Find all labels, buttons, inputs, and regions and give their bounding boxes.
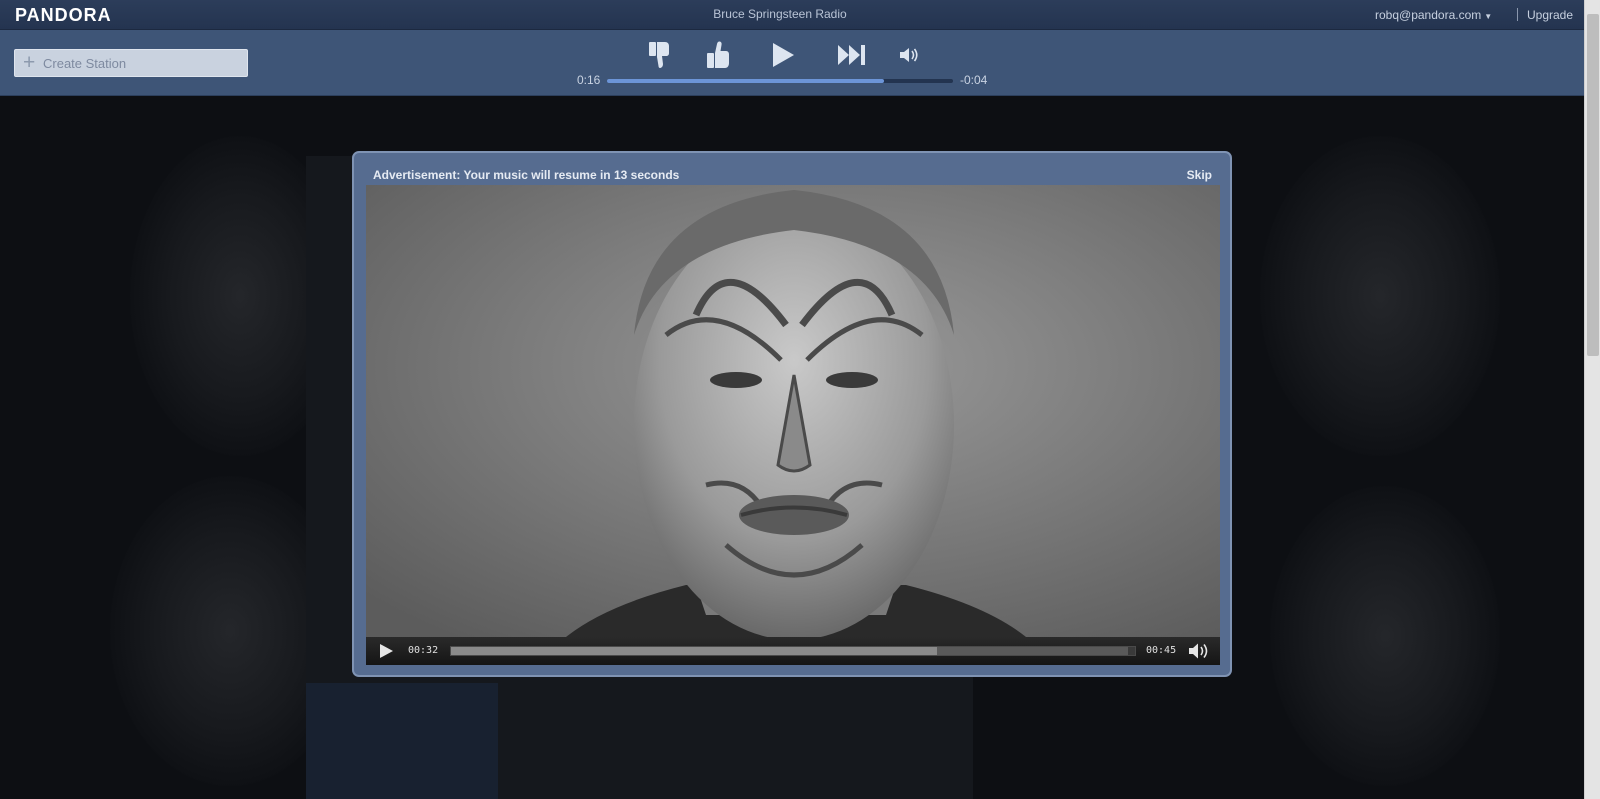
play-icon	[380, 644, 393, 658]
skip-button[interactable]	[836, 40, 868, 70]
user-email: robq@pandora.com	[1375, 8, 1482, 22]
top-bar: PANDORA Bruce Springsteen Radio robq@pan…	[0, 0, 1584, 30]
ad-modal: Advertisement: Your music will resume in…	[352, 151, 1232, 677]
ad-message: Advertisement: Your music will resume in…	[373, 168, 680, 182]
ad-video-frame[interactable]	[366, 185, 1220, 640]
background-artist-image	[1270, 486, 1500, 786]
video-volume-button[interactable]	[1188, 642, 1210, 665]
video-played-fill	[451, 647, 937, 655]
station-title: Bruce Springsteen Radio	[713, 7, 847, 21]
page-scrollbar[interactable]	[1584, 0, 1600, 799]
video-controls-bar: 00:32 00:45	[366, 637, 1220, 665]
scrollbar-thumb[interactable]	[1587, 14, 1599, 356]
upgrade-link[interactable]: Upgrade	[1527, 8, 1573, 22]
caret-down-icon: ▼	[1484, 12, 1493, 21]
play-icon	[773, 43, 794, 67]
thumbs-up-icon	[707, 41, 729, 68]
volume-icon	[1189, 643, 1208, 659]
create-station-input[interactable]	[43, 53, 243, 73]
ad-video-image	[366, 185, 1220, 640]
video-duration: 00:45	[1146, 645, 1177, 656]
elapsed-time: 0:16	[577, 73, 601, 87]
video-play-button[interactable]	[378, 642, 394, 665]
volume-icon	[900, 48, 918, 62]
thumbs-up-button[interactable]	[703, 40, 733, 70]
track-progress-fill	[607, 79, 884, 83]
thumbs-down-button[interactable]	[645, 40, 673, 70]
user-menu[interactable]: robq@pandora.com ▼	[1375, 8, 1492, 22]
video-seek-bar[interactable]	[450, 646, 1136, 656]
video-elapsed-time: 00:32	[408, 645, 439, 656]
skip-ad-button[interactable]: Skip	[1187, 168, 1212, 182]
ad-video-player[interactable]: 00:32 00:45	[366, 185, 1220, 665]
background-artist-image	[1260, 136, 1500, 456]
plus-icon: +	[23, 51, 36, 74]
track-progress-bar[interactable]	[607, 79, 953, 83]
play-button[interactable]	[768, 40, 798, 70]
volume-button[interactable]	[898, 40, 920, 70]
create-station-box[interactable]: +	[14, 49, 248, 77]
player-bar: + 0:16 -0:04	[0, 30, 1584, 96]
thumbs-down-icon	[649, 42, 669, 68]
background-promo-panel	[306, 683, 498, 799]
skip-icon	[838, 45, 865, 65]
remaining-time: -0:04	[960, 73, 988, 87]
header-divider	[1517, 8, 1518, 21]
